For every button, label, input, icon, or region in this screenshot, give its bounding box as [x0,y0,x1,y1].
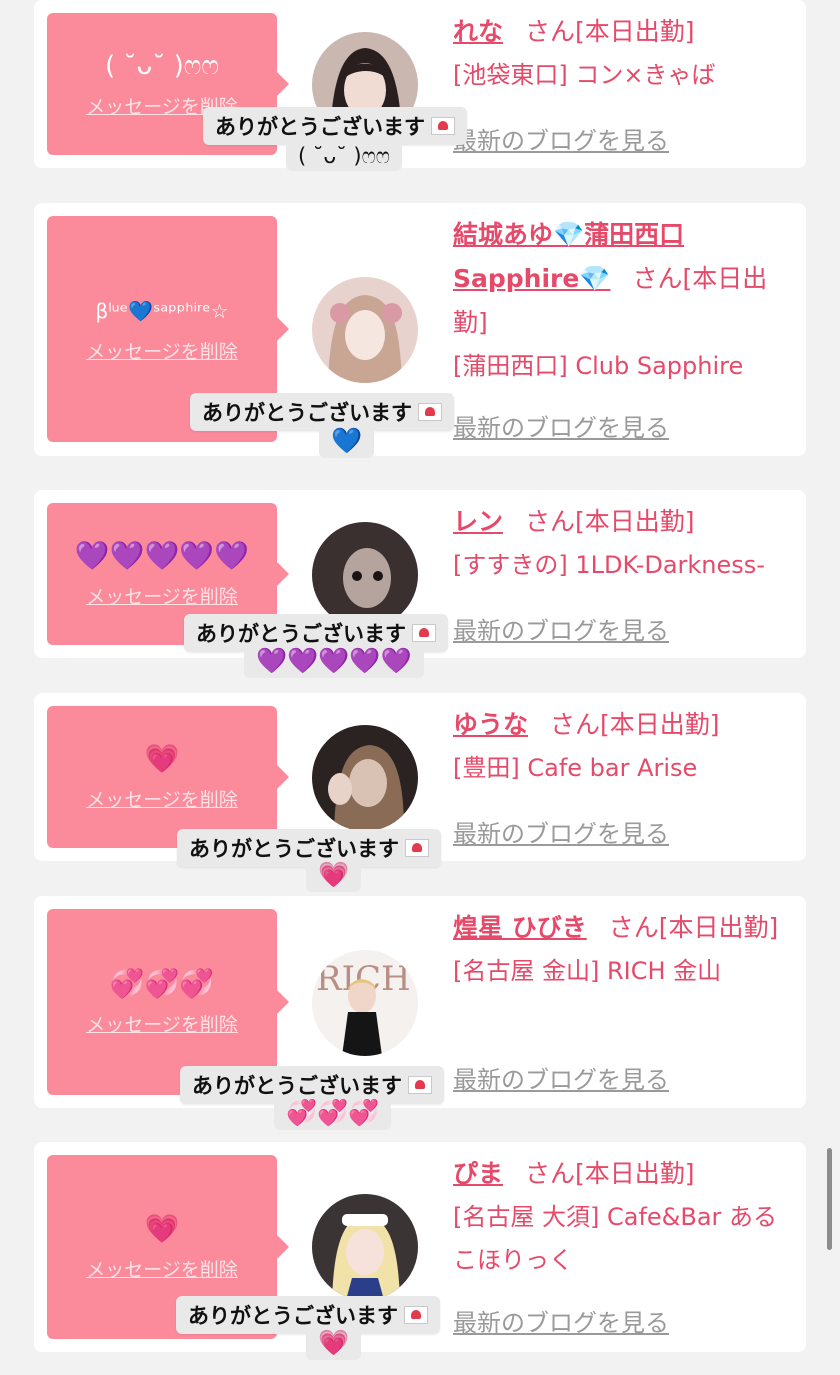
delete-message-link[interactable]: メッセージを削除 [86,785,238,812]
san-label: さん [525,1159,576,1188]
cast-name-link[interactable]: ゆうな [453,710,528,739]
love-letter-icon [412,624,436,642]
status-label: [本日出勤] [575,1159,695,1188]
avatar[interactable]: RICH [312,950,418,1056]
san-label: さん [608,913,659,942]
message-bubble: 💗 メッセージを削除 [47,706,289,848]
message-text: 💞💞💞 [109,966,215,1000]
reaction-tooltip: 💗 [306,1326,362,1360]
thanks-text: ありがとうございます [196,622,406,646]
delete-message-link[interactable]: メッセージを削除 [86,337,238,364]
delete-message-link[interactable]: メッセージを削除 [86,1255,238,1282]
love-letter-icon [431,117,455,135]
reaction-tooltip: 💜💜💜💜💜 [244,644,424,678]
avatar-photo-icon [312,725,418,831]
cast-name-link[interactable]: レン [453,507,503,536]
avatar[interactable] [312,1194,418,1300]
scrollbar[interactable] [827,1148,832,1250]
cast-name-link[interactable]: 煌星 ひびき [453,913,587,942]
cast-info: ゆうな さん[本日出勤] [豊田] Cafe bar Arise [453,703,798,790]
avatar-photo-icon [312,277,418,383]
cast-info: ぴま さん[本日出勤] [名古屋 大須] Cafe&Bar あるこほりっく [453,1152,798,1282]
cast-name-link[interactable]: ぴま [453,1159,503,1188]
avatar[interactable] [312,277,418,383]
avatar-photo-icon [312,1194,418,1300]
avatar[interactable] [312,725,418,831]
message-text: βˡᵘᵉ💙ˢᵃᵖᵖʰⁱʳᵉ☆ [95,298,229,323]
san-label: さん [550,710,601,739]
reaction-tooltip: 💗 [306,858,362,892]
avatar-photo-icon: RICH [312,950,418,1056]
love-letter-icon [408,1076,432,1094]
thanks-text: ありがとうございます [192,1074,402,1098]
message-text: 💗 [144,741,180,775]
thanks-text: ありがとうございます [188,1304,398,1328]
shop-label: [すすきの] 1LDK-Darkness- [453,551,765,579]
latest-blog-link[interactable]: 最新のブログを見る [453,611,669,646]
thanks-text: ありがとうございます [189,837,399,861]
delete-message-link[interactable]: メッセージを削除 [86,582,238,609]
latest-blog-link[interactable]: 最新のブログを見る [453,1060,669,1095]
shop-label: [池袋東口] コン×きゃば [453,61,716,89]
thanks-tooltip: ありがとうございます [203,107,467,145]
status-label: [本日出勤] [658,913,779,942]
status-label: [本日出勤] [575,17,695,46]
cast-info: 結城あゆ💎蒲田西口Sapphire💎 さん[本日出勤] [蒲田西口] Club S… [453,213,798,388]
shop-label: [名古屋 金山] RICH 金山 [453,957,722,985]
thanks-text: ありがとうございます [215,115,425,139]
cast-info: 煌星 ひびき さん[本日出勤] [名古屋 金山] RICH 金山 [453,906,798,993]
cast-info: れな さん[本日出勤] [池袋東口] コン×きゃば [453,10,798,97]
cast-info: レン さん[本日出勤] [すすきの] 1LDK-Darkness- [453,500,798,587]
thanks-text: ありがとうございます [202,401,412,425]
love-letter-icon [404,1306,428,1324]
reaction-tooltip: ( ˘ᴗ˘ )ෆෆ [286,142,403,171]
san-label: さん [632,264,683,293]
shop-label: [豊田] Cafe bar Arise [453,754,698,782]
reaction-tooltip: 💞💞💞 [274,1096,392,1130]
message-text: 💗 [144,1211,180,1245]
san-label: さん [525,507,576,536]
latest-blog-link[interactable]: 最新のブログを見る [453,1303,669,1338]
status-label: [本日出勤] [600,710,720,739]
avatar-photo-icon [312,522,418,628]
latest-blog-link[interactable]: 最新のブログを見る [453,408,669,443]
reaction-tooltip: 💙 [319,424,375,458]
latest-blog-link[interactable]: 最新のブログを見る [453,121,669,156]
latest-blog-link[interactable]: 最新のブログを見る [453,814,669,849]
love-letter-icon [418,403,442,421]
message-text: 💜💜💜💜💜 [74,538,250,572]
shop-label: [蒲田西口] Club Sapphire [453,352,744,380]
love-letter-icon [405,839,429,857]
avatar[interactable] [312,522,418,628]
status-label: [本日出勤] [575,507,695,536]
cast-name-link[interactable]: れな [453,17,503,46]
message-text: ( ˘ᴗ˘ )ෆෆ [105,50,219,81]
san-label: さん [525,17,576,46]
shop-label: [名古屋 大須] Cafe&Bar あるこほりっく [453,1203,778,1274]
delete-message-link[interactable]: メッセージを削除 [86,1010,238,1037]
